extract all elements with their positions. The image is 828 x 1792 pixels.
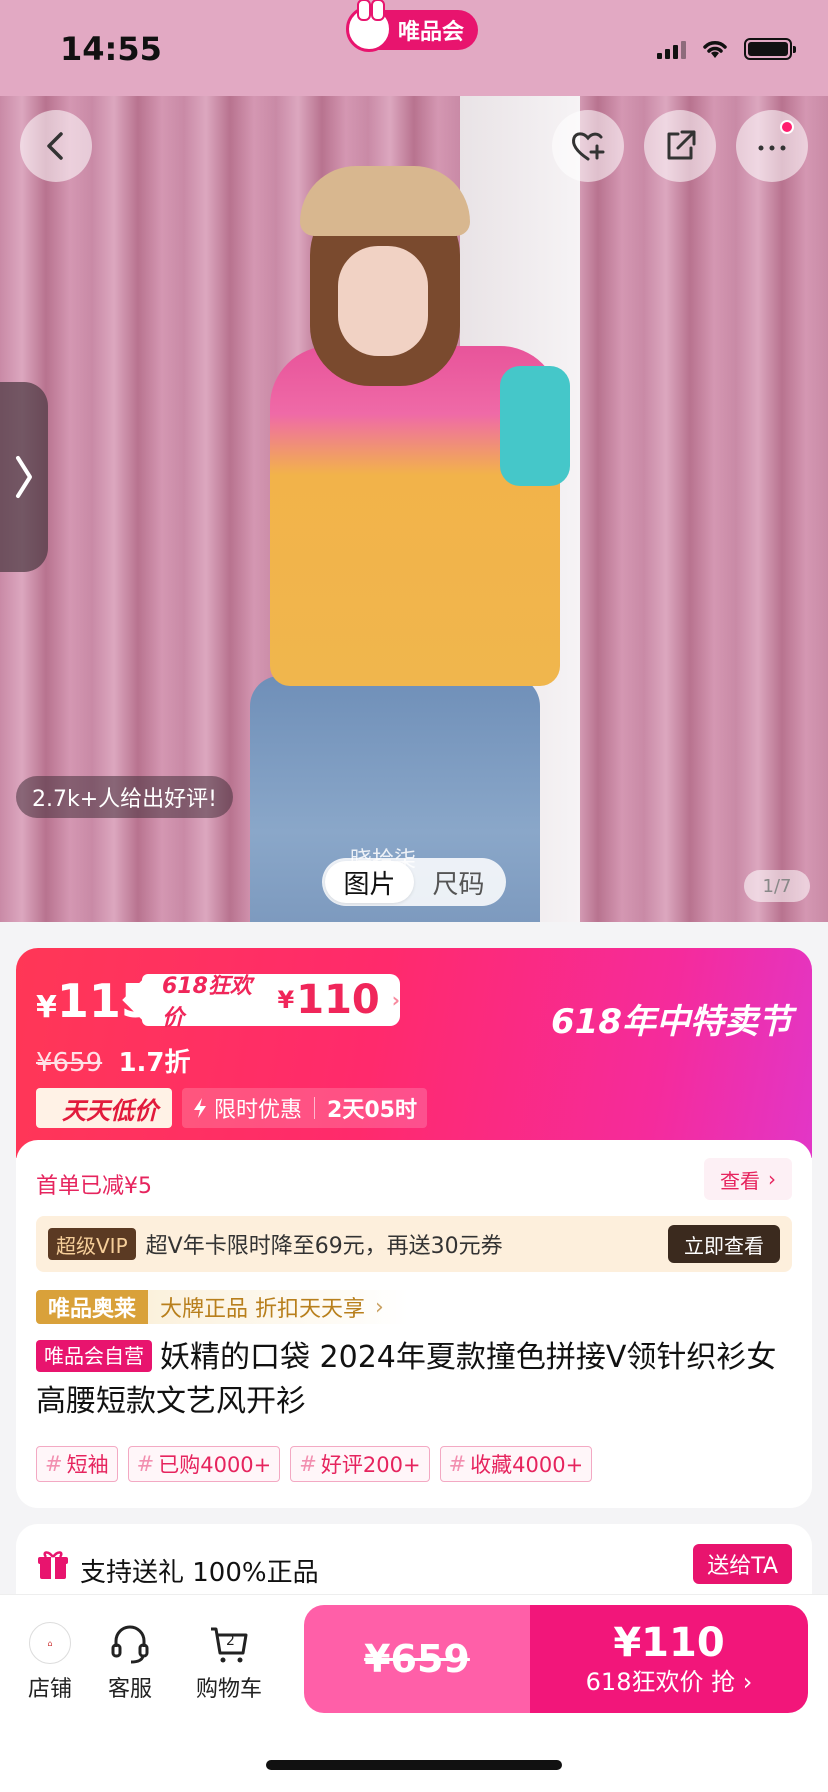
tag-chip[interactable]: # 短袖: [36, 1446, 118, 1482]
offer-section: 首单已减¥5 查看 › 超级VIP 超V年卡限时降至69元，再送30元券 立即查…: [16, 1140, 812, 1508]
tag-chip[interactable]: # 收藏4000+: [439, 1446, 593, 1482]
festival-title: 618年中特卖节: [551, 1002, 792, 1042]
price-banner: ¥115 618狂欢价 ¥ 110 › 618年中特卖节 ¥659 1.7折 天…: [16, 948, 812, 1158]
home-indicator: [266, 1760, 562, 1770]
price-card: ¥115 618狂欢价 ¥ 110 › 618年中特卖节 ¥659 1.7折 天…: [16, 948, 812, 1508]
brand-name: 唯品会: [397, 20, 464, 45]
original-price-button[interactable]: ¥659: [304, 1605, 530, 1713]
brand-pill: 唯品会: [346, 0, 478, 52]
original-price-line: ¥659 1.7折: [36, 1042, 191, 1079]
hash-icon: #: [136, 1452, 155, 1476]
hash-icon: #: [448, 1452, 467, 1476]
chevron-right-icon: ›: [768, 1167, 776, 1191]
tag-chip[interactable]: # 已购4000+: [127, 1446, 281, 1482]
wifi-icon: [703, 41, 727, 58]
outlet-banner[interactable]: 唯品奥莱 大牌正品 折扣天天享 ›: [36, 1290, 408, 1324]
store-button[interactable]: ⌂ 店铺: [10, 1621, 90, 1703]
countdown: 2天05时: [327, 1098, 417, 1123]
svip-tag: 超级VIP: [48, 1228, 136, 1260]
gift-icon: [38, 1551, 68, 1579]
signal-icon: [657, 39, 686, 59]
store-logo-icon: ⌂: [29, 1622, 71, 1664]
bunny-logo-icon: [346, 0, 392, 52]
view-toggle: 图片 尺码: [322, 858, 506, 906]
svip-text: 超V年卡限时降至69元，再送30元券: [145, 1234, 503, 1259]
tab-photos[interactable]: 图片: [325, 861, 414, 903]
chevron-right-icon: [16, 456, 32, 498]
product-title: 唯品会自营 妖精的口袋 2024年夏款撞色拼接V领针织衫女高腰短款文艺风开衫: [36, 1336, 792, 1424]
product-tags: # 短袖 # 已购4000+ # 好评200+ # 收藏4000+: [36, 1446, 593, 1482]
svip-view-button[interactable]: 立即查看: [668, 1225, 780, 1263]
review-badge[interactable]: 2.7k+人给出好评!: [16, 776, 233, 818]
lightning-icon: [194, 1098, 206, 1118]
notification-dot: [780, 120, 794, 134]
image-counter: 1/7: [744, 870, 810, 902]
outlet-tag: 唯品奥莱: [36, 1290, 149, 1324]
status-icons: [657, 38, 796, 60]
chevron-left-icon: [47, 132, 63, 160]
side-expand-tab[interactable]: [0, 382, 48, 572]
status-bar: 14:55 唯品会: [0, 0, 828, 96]
view-coupons-button[interactable]: 查看 ›: [704, 1158, 792, 1200]
page: 14:55 唯品会 2.7k+人给出好评! 图片 尺码 1/7 ¥115 618…: [0, 0, 828, 1792]
buy-price: ¥110: [613, 1620, 725, 1666]
back-button[interactable]: [20, 110, 92, 182]
product-image[interactable]: 2.7k+人给出好评! 晓拾柒 图片 尺码 1/7: [0, 96, 828, 922]
headset-icon: [111, 1625, 149, 1664]
heart-plus-icon: [572, 132, 605, 161]
self-operated-tag: 唯品会自营: [36, 1340, 152, 1372]
svip-banner[interactable]: 超级VIP 超V年卡限时降至69元，再送30元券 立即查看: [36, 1216, 792, 1272]
promo-price-tag[interactable]: 618狂欢价 ¥ 110 ›: [142, 974, 400, 1031]
send-gift-button[interactable]: 送给TA: [693, 1544, 792, 1584]
limited-offer-badge: 限时优惠 2天05时: [182, 1088, 427, 1128]
first-order-discount: 首单已减¥5: [36, 1174, 152, 1199]
battery-icon: [744, 38, 796, 60]
original-price: ¥659: [36, 1048, 103, 1078]
outlet-slogan: 大牌正品 折扣天天享 ›: [148, 1290, 408, 1324]
tag-chip[interactable]: # 好评200+: [290, 1446, 430, 1482]
buy-now-button[interactable]: ¥110 618狂欢价 抢 ›: [530, 1605, 808, 1713]
cart-count: 2: [226, 1633, 235, 1649]
cart-button[interactable]: 2 购物车: [186, 1621, 272, 1703]
promo-tags: 天天低价 限时优惠 2天05时: [36, 1088, 427, 1128]
hash-icon: #: [299, 1452, 317, 1476]
daily-low-badge: 天天低价: [36, 1088, 172, 1128]
buy-buttons: ¥659 ¥110 618狂欢价 抢 ›: [304, 1605, 808, 1713]
customer-service-button[interactable]: 客服: [90, 1621, 170, 1703]
share-icon: [667, 130, 696, 160]
chevron-right-icon: ›: [742, 1668, 753, 1696]
share-button[interactable]: [644, 110, 716, 182]
discount-rate: 1.7折: [118, 1048, 191, 1078]
status-time: 14:55: [60, 30, 162, 68]
favorite-button[interactable]: [552, 110, 624, 182]
gift-text: 支持送礼 100%正品: [80, 1558, 319, 1588]
hash-icon: #: [45, 1452, 63, 1476]
chevron-right-icon: ›: [375, 1294, 384, 1320]
more-button[interactable]: [736, 110, 808, 182]
buy-label: 618狂欢价 抢 ›: [585, 1668, 753, 1696]
chevron-right-icon: ›: [391, 988, 400, 1012]
tab-size[interactable]: 尺码: [414, 861, 503, 903]
